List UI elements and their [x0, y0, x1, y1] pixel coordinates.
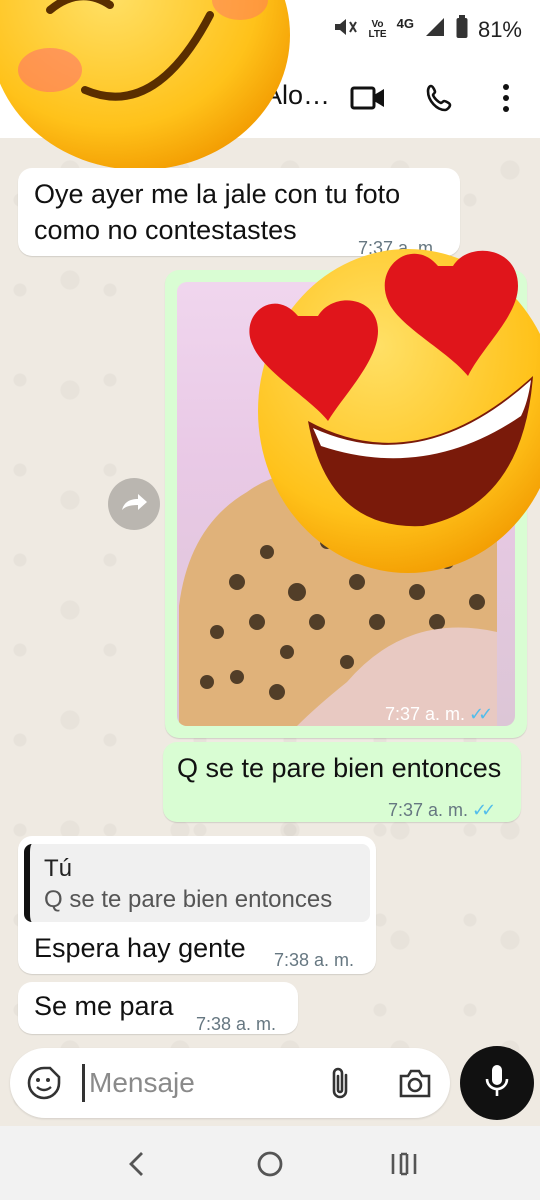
video-call-icon[interactable] — [348, 78, 388, 118]
message-input[interactable] — [82, 1064, 302, 1102]
mute-icon — [332, 16, 358, 44]
message-time: 7:38 a. m. — [196, 1014, 277, 1034]
quoted-text: Q se te pare bien entonces — [44, 886, 333, 913]
mic-button[interactable] — [460, 1046, 534, 1120]
mic-icon — [484, 1063, 510, 1104]
camera-icon[interactable] — [398, 1067, 432, 1104]
message-bubble-incoming[interactable]: Oye ayer me la jale con tu foto como no … — [18, 168, 460, 258]
message-text-line1: Oye ayer me la jale con tu foto — [34, 179, 401, 209]
message-text: Q se te pare bien entonces — [177, 753, 502, 783]
volte-label: Vo LTE — [368, 19, 387, 40]
recents-icon[interactable] — [384, 1144, 424, 1184]
quoted-author: Tú — [44, 855, 73, 882]
phone-icon[interactable] — [420, 78, 460, 118]
quoted-message[interactable]: Tú Q se te pare bien entonces — [24, 844, 370, 922]
battery-icon — [456, 15, 468, 45]
more-options-icon[interactable] — [486, 78, 526, 118]
message-time: 7:37 a. m. ✓✓ — [388, 800, 496, 820]
signal-icon — [424, 16, 446, 44]
network-type: 4G — [396, 16, 414, 31]
message-bubble-incoming[interactable]: Se me para 7:38 a. m. — [18, 982, 298, 1034]
read-ticks-icon: ✓✓ — [472, 800, 496, 820]
heart-eyes-emoji-sticker — [238, 246, 540, 576]
message-text: Espera hay gente — [34, 933, 246, 963]
message-text: Se me para — [34, 991, 174, 1021]
message-text-line2: como no contestastes — [34, 215, 297, 245]
message-input-bar — [10, 1048, 450, 1118]
system-nav-bar — [0, 1126, 540, 1200]
home-icon[interactable] — [250, 1144, 290, 1184]
message-time: 7:38 a. m. — [274, 950, 355, 970]
battery-percent: 81% — [477, 17, 522, 42]
message-bubble-outgoing[interactable]: Q se te pare bien entonces 7:37 a. m. ✓✓ — [163, 742, 521, 822]
photo-time: 7:37 a. m. ✓✓ — [385, 704, 493, 724]
forward-button[interactable] — [108, 478, 160, 530]
blush-smile-emoji-sticker — [0, 0, 290, 170]
back-icon[interactable] — [116, 1144, 156, 1184]
forward-icon — [119, 490, 149, 519]
emoji-sticker-icon[interactable] — [26, 1065, 62, 1106]
read-ticks-icon: ✓✓ — [469, 704, 493, 724]
attach-icon[interactable] — [326, 1065, 356, 1106]
